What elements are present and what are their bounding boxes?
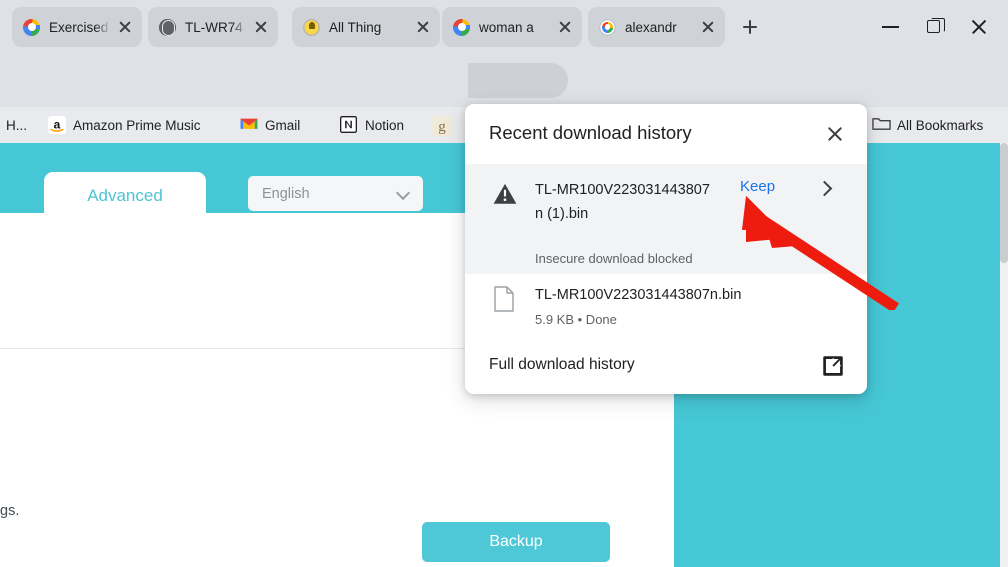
browser-tab-4[interactable]: woman a bbox=[442, 7, 582, 47]
close-window-button[interactable] bbox=[957, 8, 1001, 46]
browser-toolbar: I bbox=[0, 55, 1008, 155]
all-bookmarks-button[interactable]: All Bookmarks bbox=[872, 107, 983, 143]
lightbulb-icon bbox=[303, 18, 320, 36]
omnibox-right-edge bbox=[468, 63, 568, 98]
svg-text:a: a bbox=[54, 118, 61, 132]
close-tab-icon[interactable] bbox=[252, 18, 270, 36]
maximize-window-button[interactable] bbox=[913, 8, 957, 46]
tab-title: Exercised bbox=[49, 19, 109, 35]
download-item-done[interactable]: TL-MR100V223031443807n.bin 5.9 KB • Done bbox=[465, 274, 867, 342]
warning-triangle-icon bbox=[492, 181, 518, 207]
tab-title: TL-WR74 bbox=[185, 19, 243, 35]
full-download-history-link[interactable]: Full download history bbox=[489, 356, 635, 374]
tab-title: woman a bbox=[479, 19, 534, 35]
google-icon bbox=[23, 18, 40, 36]
browser-tab-1[interactable]: Exercised bbox=[12, 7, 142, 47]
notion-icon bbox=[339, 115, 358, 134]
bookmark-item-amazon-prime-music[interactable]: a Amazon Prime Music bbox=[48, 107, 201, 143]
backup-button-label: Backup bbox=[489, 533, 543, 550]
tab-title: alexandr bbox=[625, 19, 677, 35]
downloads-bubble-header: Recent download history bbox=[465, 104, 867, 164]
chevron-right-icon[interactable] bbox=[817, 180, 833, 196]
close-tab-icon[interactable] bbox=[556, 18, 574, 36]
downloads-bubble-title: Recent download history bbox=[489, 122, 692, 143]
language-value: English bbox=[262, 185, 310, 202]
browser-tab-3[interactable]: All Thing bbox=[292, 7, 440, 47]
download-item-blocked[interactable]: TL-MR100V223031443807n (1).bin Insecure … bbox=[465, 164, 867, 274]
download-status: 5.9 KB • Done bbox=[535, 312, 617, 327]
bookmark-label: Notion bbox=[365, 117, 405, 133]
chevron-down-icon bbox=[398, 188, 409, 199]
google-icon bbox=[453, 18, 470, 36]
browser-tab-2[interactable]: TL-WR74 bbox=[148, 7, 278, 47]
bookmark-label: Amazon Prime Music bbox=[73, 117, 201, 133]
restore-icon bbox=[927, 20, 940, 33]
folder-icon bbox=[872, 116, 891, 134]
bookmark-label: H... bbox=[6, 117, 28, 133]
bookmark-item-notion[interactable]: Notion bbox=[339, 107, 405, 143]
minimize-window-button[interactable] bbox=[869, 8, 913, 46]
browser-tab-5[interactable]: alexandr bbox=[588, 7, 725, 47]
open-in-new-icon[interactable] bbox=[821, 354, 845, 378]
gmail-icon bbox=[240, 116, 258, 134]
download-status: Insecure download blocked bbox=[535, 251, 693, 266]
scrollbar-thumb[interactable] bbox=[1000, 143, 1008, 263]
globe-icon bbox=[159, 18, 176, 36]
close-tab-icon[interactable] bbox=[116, 18, 134, 36]
backup-description: gs. bbox=[0, 503, 20, 519]
page-scrollbar[interactable] bbox=[1000, 143, 1008, 567]
close-icon[interactable] bbox=[821, 120, 849, 148]
tab-advanced-label: Advanced bbox=[87, 186, 163, 205]
close-tab-icon[interactable] bbox=[699, 18, 717, 36]
close-tab-icon[interactable] bbox=[414, 18, 432, 36]
browser-window: Exercised TL-WR74 All Thing woman a alex… bbox=[0, 0, 1008, 567]
download-filename: TL-MR100V223031443807n (1).bin bbox=[535, 182, 710, 222]
download-filename: TL-MR100V223031443807n.bin bbox=[535, 287, 742, 303]
downloads-bubble: Recent download history TL-MR100V2230314… bbox=[465, 104, 867, 394]
bookmark-item-0[interactable]: H... bbox=[6, 107, 27, 143]
downloads-bubble-footer[interactable]: Full download history bbox=[465, 342, 867, 394]
language-select[interactable]: English bbox=[248, 176, 423, 211]
tab-strip: Exercised TL-WR74 All Thing woman a alex… bbox=[0, 0, 1008, 55]
google-account-icon bbox=[599, 18, 616, 36]
keep-download-button[interactable]: Keep bbox=[740, 178, 775, 195]
bookmark-item-g[interactable]: g bbox=[432, 107, 457, 143]
all-bookmarks-label: All Bookmarks bbox=[897, 117, 984, 133]
minimize-icon bbox=[882, 26, 899, 28]
tab-title: All Thing bbox=[329, 19, 382, 35]
new-tab-button[interactable] bbox=[736, 13, 764, 41]
backup-button[interactable]: Backup bbox=[422, 522, 610, 562]
bookmark-label: Gmail bbox=[265, 117, 301, 133]
amazon-icon: a bbox=[48, 116, 66, 134]
bookmark-item-gmail[interactable]: Gmail bbox=[240, 107, 300, 143]
file-document-icon bbox=[492, 286, 518, 312]
svg-text:g: g bbox=[438, 119, 446, 135]
g-bookmark-icon: g bbox=[432, 116, 452, 136]
